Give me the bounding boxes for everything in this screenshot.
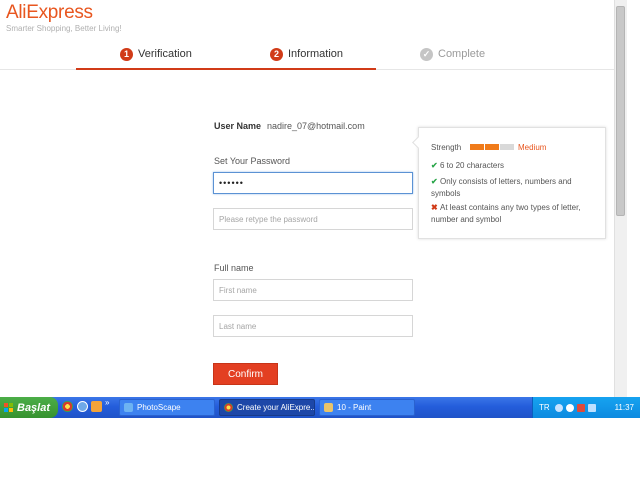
network-icon[interactable] xyxy=(554,403,563,412)
taskbar-item-paint[interactable]: 10 - Paint xyxy=(319,399,415,416)
strength-segment xyxy=(500,144,514,150)
username-value: nadire_07@hotmail.com xyxy=(267,121,365,131)
strength-label: Strength xyxy=(431,143,462,152)
volume-icon[interactable] xyxy=(565,403,574,412)
system-tray: TR 11:37 xyxy=(532,397,640,418)
taskbar-item-chrome[interactable]: Create your AliExpre... xyxy=(219,399,315,416)
vertical-scrollbar[interactable] xyxy=(614,0,627,397)
chrome-icon xyxy=(224,403,233,412)
start-button[interactable]: Başlat xyxy=(0,397,58,418)
password-strength-popup: Strength Medium ✔ 6 to 20 characters ✔ Onl… xyxy=(412,127,606,239)
cross-icon: ✖ xyxy=(431,203,438,212)
popup-arrow xyxy=(412,136,425,149)
fullname-label: Full name xyxy=(214,263,254,273)
rule-text: 6 to 20 characters xyxy=(440,161,505,170)
password-input[interactable]: •••••• xyxy=(213,172,413,194)
antivirus-icon[interactable] xyxy=(576,403,585,412)
task-label: Create your AliExpre... xyxy=(237,403,315,412)
username-label: User Name xyxy=(214,121,262,131)
aliexpress-logo[interactable]: AliExpress xyxy=(6,2,93,24)
confirm-button[interactable]: Confirm xyxy=(213,363,278,385)
step-label: Information xyxy=(288,48,344,60)
strength-value: Medium xyxy=(518,143,547,152)
start-label: Başlat xyxy=(17,401,51,414)
scrollbar-thumb[interactable] xyxy=(616,6,625,216)
language-indicator[interactable]: TR xyxy=(539,403,550,412)
clock: 11:37 xyxy=(614,403,634,412)
paint-icon xyxy=(324,403,333,412)
chrome-quicklaunch-icon[interactable] xyxy=(62,401,73,412)
strength-segment xyxy=(485,144,499,150)
strength-segment xyxy=(470,144,484,150)
rule-text: At least contains any two types of lette… xyxy=(431,203,581,224)
step-2-badge: 2 xyxy=(270,47,283,61)
last-name-input[interactable]: Last name xyxy=(213,315,413,337)
rule-types: ✖ At least contains any two types of lett… xyxy=(431,202,601,226)
step-1-badge: 1 xyxy=(120,47,133,61)
tagline: Smarter Shopping, Better Living! xyxy=(6,24,122,33)
ie-quicklaunch-icon[interactable] xyxy=(77,401,88,412)
rule-length: ✔ 6 to 20 characters xyxy=(431,160,601,172)
browser-page: AliExpress Smarter Shopping, Better Livi… xyxy=(0,0,614,397)
rule-text: Only consists of letters, numbers and sy… xyxy=(431,177,572,198)
windows-flag-icon xyxy=(4,403,13,412)
step-label: Verification xyxy=(138,48,192,60)
safely-remove-icon[interactable] xyxy=(587,403,596,412)
steps-progress-bar xyxy=(76,68,376,70)
taskbar-item-photoscape[interactable]: PhotoScape xyxy=(119,399,215,416)
step-verification: 1 Verification xyxy=(120,46,192,62)
photoscape-icon xyxy=(124,403,133,412)
rule-characters: ✔ Only consists of letters, numbers and s… xyxy=(431,176,601,200)
task-label: PhotoScape xyxy=(137,403,181,412)
first-name-input[interactable]: First name xyxy=(213,279,413,301)
messenger-quicklaunch-icon[interactable] xyxy=(91,401,102,412)
chevron-right-icon[interactable]: » xyxy=(105,398,109,407)
password-label: Set Your Password xyxy=(214,156,291,166)
check-icon: ✔ xyxy=(431,161,438,170)
step-complete: ✓ Complete xyxy=(420,46,485,62)
retype-password-input[interactable]: Please retype the password xyxy=(213,208,413,230)
step-information: 2 Information xyxy=(270,46,343,62)
check-circle-icon: ✓ xyxy=(420,47,433,61)
task-label: 10 - Paint xyxy=(337,403,372,412)
check-icon: ✔ xyxy=(431,177,438,186)
taskbar: Başlat » PhotoScape Create your AliExpre… xyxy=(0,397,640,418)
strength-meter xyxy=(470,144,515,150)
step-label: Complete xyxy=(438,48,486,60)
